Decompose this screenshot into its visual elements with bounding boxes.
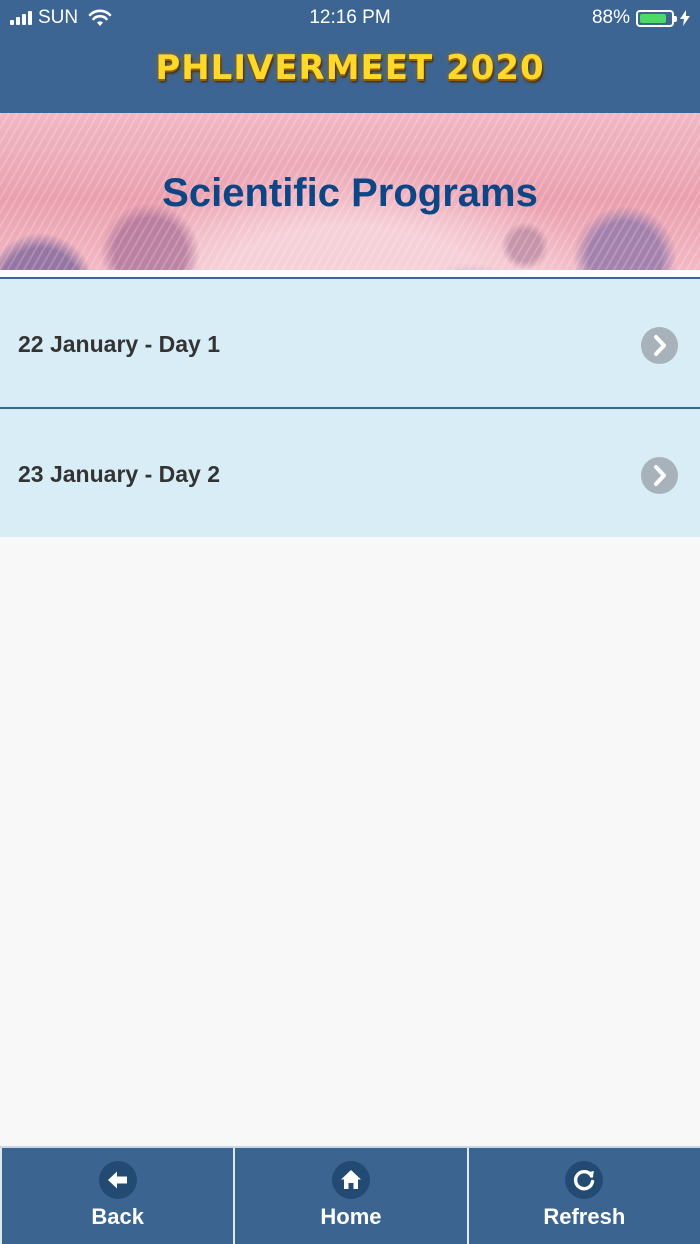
top-bar: SUN 12:16 PM 88% PHLIVERMEET 2020 — [0, 0, 700, 113]
arrow-left-icon — [98, 1161, 137, 1199]
status-right: 88% — [592, 7, 690, 29]
list-item-day-1[interactable]: 22 January - Day 1 — [0, 277, 700, 407]
list-item-label: 23 January - Day 2 — [18, 461, 221, 487]
charging-bolt-icon — [680, 10, 690, 26]
banner-divider — [0, 270, 700, 277]
chevron-right-icon — [641, 457, 678, 494]
page-title: Scientific Programs — [162, 171, 538, 215]
program-day-list: 22 January - Day 1 23 January - Day 2 — [0, 277, 700, 537]
back-label: Back — [91, 1204, 144, 1229]
battery-percent: 88% — [591, 7, 630, 28]
home-button[interactable]: Home — [233, 1148, 466, 1244]
refresh-button[interactable]: Refresh — [466, 1148, 700, 1244]
status-bar: SUN 12:16 PM 88% — [0, 0, 700, 36]
back-button[interactable]: Back — [0, 1148, 233, 1244]
battery-icon — [636, 9, 677, 27]
app-title: PHLIVERMEET 2020 — [155, 48, 545, 88]
battery-fill — [640, 13, 667, 23]
bottom-tab-bar: Back Home Refresh — [0, 1146, 700, 1244]
list-item-day-2[interactable]: 23 January - Day 2 — [0, 407, 700, 537]
list-item-label: 22 January - Day 1 — [18, 331, 221, 357]
refresh-label: Refresh — [543, 1204, 626, 1229]
refresh-icon — [565, 1161, 604, 1199]
page-banner: Scientific Programs — [0, 113, 700, 270]
home-label: Home — [320, 1204, 382, 1229]
home-icon — [331, 1161, 370, 1199]
chevron-right-icon — [641, 327, 678, 364]
